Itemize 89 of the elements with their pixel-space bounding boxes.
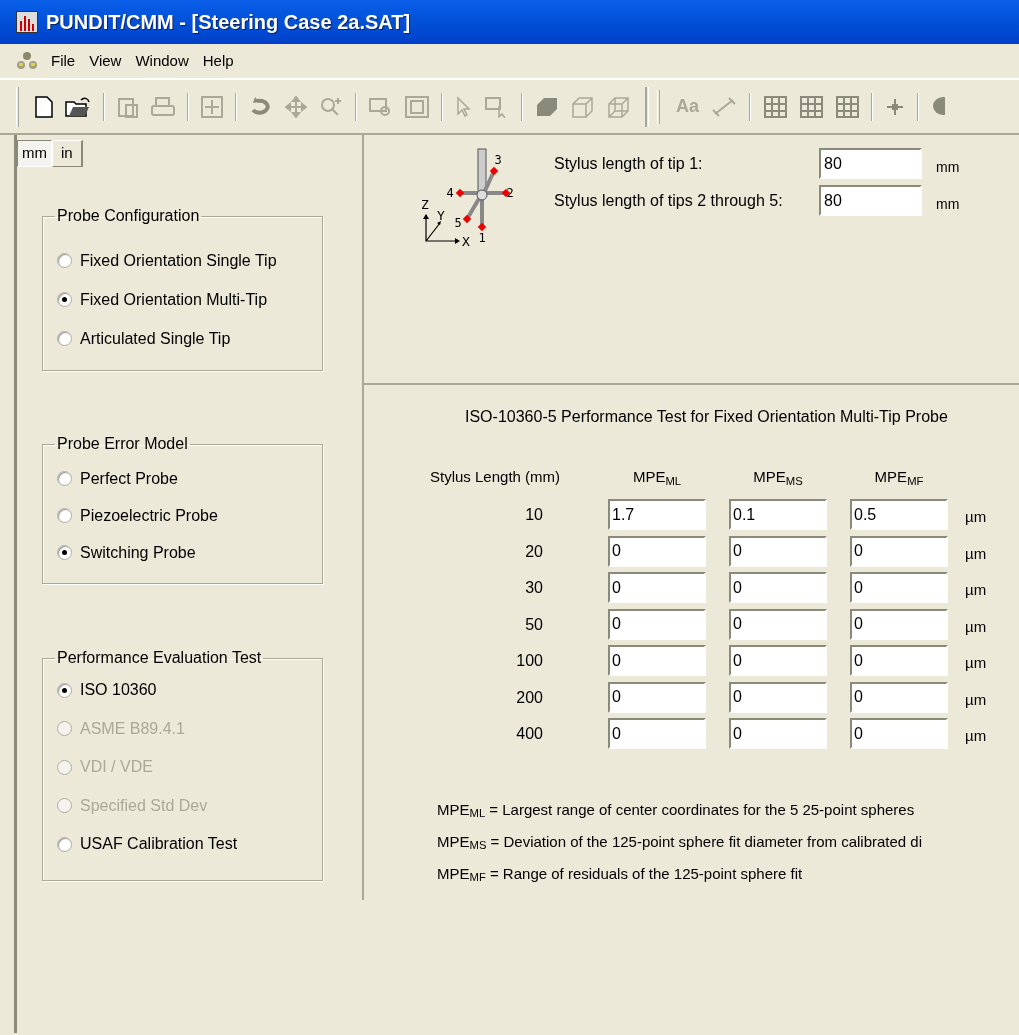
radio-option[interactable]: ISO 10360 — [57, 671, 308, 710]
mpe-field[interactable]: 0 — [850, 535, 948, 567]
definition-text: MPE$_{MF}$ = Range of residuals of the 125-point sphere fit — [437, 863, 804, 886]
radio-option[interactable]: USAF Calibration Test — [57, 825, 308, 864]
stylus-length: 200 — [516, 687, 543, 708]
grid-icon[interactable] — [799, 95, 823, 118]
unit-label: mm — [936, 195, 960, 214]
paste-icon[interactable] — [117, 95, 139, 118]
app-icon — [16, 11, 38, 33]
group-title: Probe Configuration — [56, 206, 201, 226]
fit-view-icon[interactable] — [201, 95, 223, 118]
open-folder-icon[interactable] — [65, 95, 91, 118]
pan-icon[interactable] — [285, 95, 307, 118]
unit-label: µm — [965, 726, 987, 746]
unit-label: µm — [965, 543, 987, 564]
app-menu-icon[interactable] — [16, 50, 38, 72]
definition-text: MPE$_{ML}$ = Largest range of center coordinates for the 5 25-point spheres — [437, 799, 916, 822]
cube-outline-icon[interactable] — [571, 95, 595, 118]
stylus-length: 100 — [516, 651, 543, 671]
test-title: ISO-10360-5 Performance Test for Fixed Orientation Multi-Tip Probe — [464, 407, 949, 427]
stylus-length: 30 — [525, 578, 543, 598]
mpe-field[interactable]: 0 — [729, 572, 827, 603]
grid-icon[interactable] — [835, 95, 859, 118]
unit-label: µm — [965, 507, 987, 527]
field-label: Stylus length of tips 2 through 5: — [554, 190, 784, 211]
wireframe-cube-icon[interactable] — [607, 95, 631, 118]
zoom-extents-icon[interactable] — [405, 95, 429, 118]
unit-label: µm — [965, 689, 987, 710]
pointer-icon[interactable] — [455, 95, 473, 118]
menu-item[interactable]: Help — [195, 49, 241, 73]
mpe-field[interactable]: 0 — [729, 681, 827, 713]
mpe-field[interactable]: 0 — [850, 608, 948, 640]
field-label: Stylus length of tip 1: — [554, 153, 704, 174]
unit-label: mm — [936, 158, 960, 177]
stylus-drawing: X Y Z 1 2 3 4 5 — [410, 145, 514, 253]
print-icon[interactable] — [151, 95, 175, 118]
zoom-window-icon[interactable] — [369, 95, 393, 118]
unit-tab[interactable]: mm — [17, 140, 52, 167]
stylus-length-field[interactable]: 80 — [819, 148, 922, 179]
unit-tab[interactable]: in — [52, 140, 83, 167]
stylus-length-field[interactable]: 80 — [819, 185, 922, 216]
definition-text: MPE$_{MS}$ = Deviation of the 125-point sphere fit diameter from calibrated di — [437, 831, 924, 854]
column-header: MPE$_{ML}$ — [632, 467, 682, 489]
zoom-in-icon[interactable] — [319, 95, 343, 118]
radio-option[interactable]: Fixed Orientation Single Tip — [57, 241, 308, 280]
rotate-icon[interactable] — [249, 95, 273, 118]
radio-option[interactable]: Fixed Orientation Multi-Tip — [57, 280, 308, 319]
dimension-icon[interactable] — [711, 95, 737, 118]
stylus-length: 400 — [516, 724, 543, 744]
mpe-field[interactable]: 0 — [608, 718, 706, 749]
select-box-icon[interactable] — [485, 95, 509, 118]
mpe-field[interactable]: 0 — [608, 645, 706, 676]
mpe-field[interactable]: 0.1 — [729, 499, 827, 530]
group-title: Performance Evaluation Test — [56, 648, 263, 668]
solid-shape-icon[interactable] — [535, 95, 559, 118]
unit-label: µm — [965, 653, 987, 673]
radio-option[interactable]: Perfect Probe — [57, 460, 308, 497]
radio-option[interactable]: Articulated Single Tip — [57, 319, 308, 358]
mpe-field[interactable]: 0 — [850, 681, 948, 713]
column-header: MPE$_{MS}$ — [753, 467, 803, 489]
new-file-icon[interactable] — [35, 95, 53, 118]
column-header: MPE$_{MF}$ — [874, 467, 924, 489]
mpe-field[interactable]: 1.7 — [608, 499, 706, 530]
window-title: PUNDIT/CMM - [Steering Case 2a.SAT] — [46, 10, 411, 35]
menu-item[interactable]: View — [82, 49, 129, 73]
mpe-field[interactable]: 0 — [850, 718, 948, 749]
mpe-field[interactable]: 0 — [729, 608, 827, 640]
mpe-field[interactable]: 0 — [608, 681, 706, 713]
mpe-field[interactable]: 0.5 — [850, 499, 948, 530]
unit-label: µm — [965, 616, 987, 637]
stylus-length: 50 — [525, 614, 543, 635]
mpe-field[interactable]: 0 — [729, 645, 827, 676]
mpe-field[interactable]: 0 — [850, 645, 948, 676]
menu-item[interactable]: Window — [128, 49, 196, 73]
column-header: Stylus Length (mm) — [430, 467, 561, 487]
mpe-field[interactable]: 0 — [608, 608, 706, 640]
menu-item[interactable]: File — [44, 49, 83, 73]
mpe-field[interactable]: 0 — [729, 535, 827, 567]
grid-icon[interactable] — [763, 95, 787, 118]
mpe-field[interactable]: 0 — [850, 572, 948, 603]
mpe-field[interactable]: 0 — [608, 535, 706, 567]
radio-option[interactable]: Switching Probe — [57, 534, 308, 571]
mpe-field[interactable]: 0 — [729, 718, 827, 749]
mpe-field[interactable]: 0 — [608, 572, 706, 603]
group-title: Probe Error Model — [56, 434, 189, 454]
unit-label: µm — [965, 580, 987, 600]
stylus-length: 20 — [525, 541, 543, 562]
radio-option[interactable]: Piezoelectric Probe — [57, 497, 308, 534]
stylus-length: 10 — [525, 505, 543, 525]
